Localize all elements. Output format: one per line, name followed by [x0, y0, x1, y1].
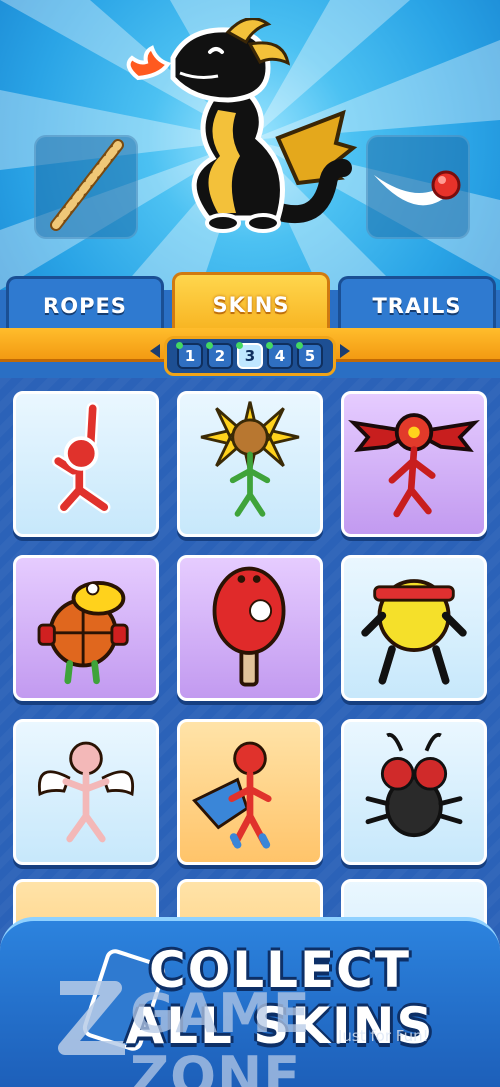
skin-card-basketball-duck[interactable]: [13, 555, 159, 701]
page-number: 2: [214, 347, 226, 365]
category-tabs: ROPES TRAILS SKINS: [0, 272, 500, 334]
skin-card-fly[interactable]: [341, 719, 487, 865]
sunflower-stickman-icon: [200, 401, 300, 517]
skin-card-cupid[interactable]: [13, 719, 159, 865]
page-number: 4: [274, 347, 286, 365]
page-button-5[interactable]: 5: [296, 342, 323, 369]
caped-hero-icon: [192, 741, 272, 849]
tab-trails[interactable]: TRAILS: [338, 276, 496, 332]
skin-card-ping-pong[interactable]: [177, 555, 323, 701]
featured-preview: [0, 0, 500, 290]
page-selector: 1 2 3 4 5: [164, 336, 336, 376]
page-button-3[interactable]: 3: [236, 342, 263, 369]
ping-pong-paddle-icon: [212, 566, 286, 687]
new-indicator-icon: [266, 342, 273, 349]
skin-card-caped-hero[interactable]: [177, 719, 323, 865]
skin-card-tennis-ball[interactable]: [341, 555, 487, 701]
new-indicator-icon: [296, 342, 303, 349]
page-button-4[interactable]: 4: [266, 342, 293, 369]
equipped-trail-slot[interactable]: [366, 135, 470, 239]
page-number: 3: [244, 347, 256, 365]
cupid-stickman-icon: [37, 741, 135, 843]
page-number: 1: [184, 347, 196, 365]
skin-card-bat-demon[interactable]: [341, 391, 487, 537]
bat-demon-icon: [348, 413, 480, 518]
fly-bug-icon: [365, 732, 463, 838]
pager-next-arrow-icon[interactable]: [340, 344, 350, 358]
new-indicator-icon: [176, 342, 183, 349]
dragon-character: [126, 18, 358, 233]
page-number: 5: [304, 347, 316, 365]
pager-prev-arrow-icon[interactable]: [150, 344, 160, 358]
basketball-duck-icon: [37, 581, 129, 685]
page-button-1[interactable]: 1: [176, 342, 203, 369]
red-ball-trail-icon: [374, 170, 461, 206]
red-stickman-icon: [51, 402, 111, 514]
new-indicator-icon: [236, 342, 243, 349]
tab-skins[interactable]: SKINS: [172, 272, 330, 334]
watermark-tagline: Just for Fun!: [338, 1027, 429, 1045]
page-button-2[interactable]: 2: [206, 342, 233, 369]
skin-card-red-stickman[interactable]: [13, 391, 159, 537]
tab-ropes[interactable]: ROPES: [6, 276, 164, 332]
watermark-brand: GAME ZONE: [130, 982, 311, 1087]
tennis-ball-icon: [361, 579, 467, 685]
skin-card-sunflower[interactable]: [177, 391, 323, 537]
new-indicator-icon: [206, 342, 213, 349]
